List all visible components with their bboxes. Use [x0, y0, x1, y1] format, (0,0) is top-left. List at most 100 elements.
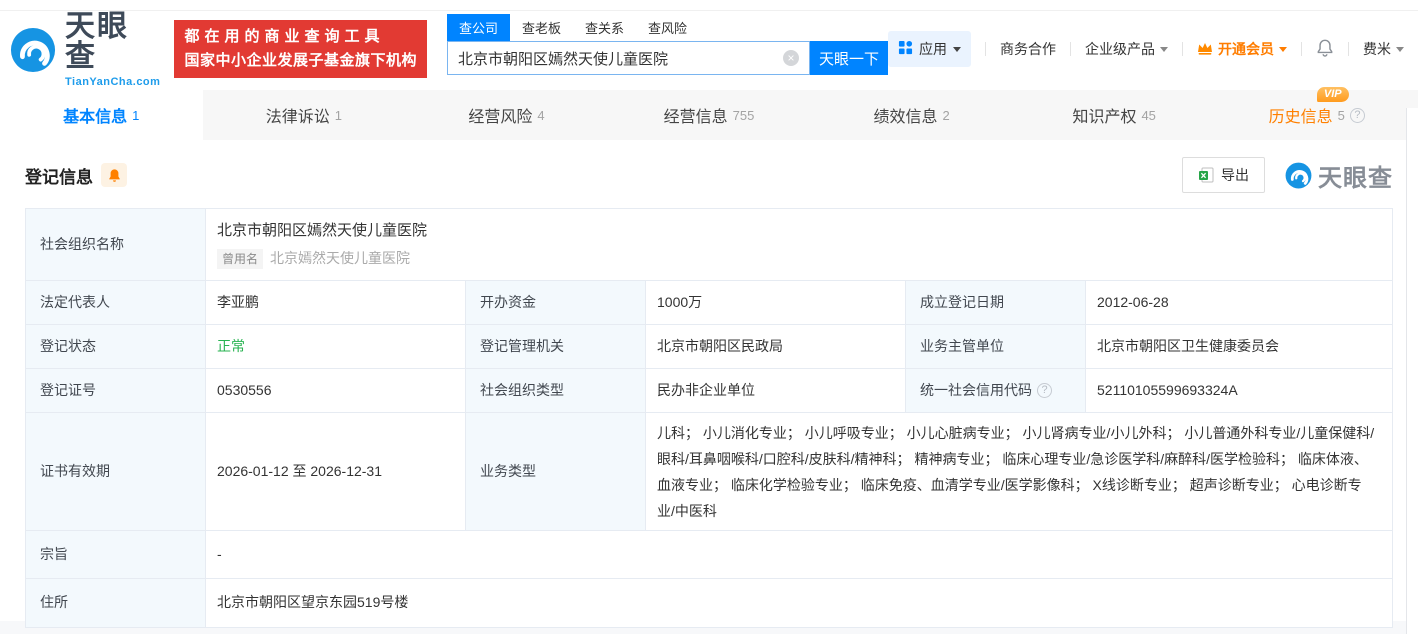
search-button[interactable]: 天眼一下 — [810, 41, 888, 75]
bell-icon — [1316, 38, 1334, 60]
company-detail-tabs: 基本信息 1 法律诉讼 1 经营风险 4 经营信息 755 绩效信息 2 知识产… — [0, 87, 1418, 140]
search-tab-relation[interactable]: 查关系 — [573, 14, 636, 41]
crown-icon — [1197, 41, 1213, 58]
search-tab-company[interactable]: 查公司 — [446, 14, 510, 41]
former-name-tag: 曾用名 — [217, 248, 264, 269]
export-button[interactable]: 导出 — [1182, 157, 1265, 193]
user-account-menu[interactable]: 费米 — [1363, 39, 1404, 59]
tianyancha-logo[interactable]: 天眼查 TianYanCha.com — [10, 12, 160, 88]
monitor-bell-button[interactable] — [101, 163, 127, 187]
field-value-legal-rep: 李亚鹏 — [206, 281, 466, 324]
table-row: 登记状态 正常 登记管理机关 北京市朝阳区民政局 业务主管单位 北京市朝阳区卫生… — [26, 325, 1392, 369]
field-value-org-type: 民办非企业单位 — [646, 369, 906, 412]
table-row: 登记证号 0530556 社会组织类型 民办非企业单位 统一社会信用代码 ? 5… — [26, 369, 1392, 413]
slogan-line-1: 都在用的商业查询工具 — [184, 28, 385, 45]
tab-count: 2 — [942, 107, 950, 123]
notification-bell[interactable] — [1316, 38, 1334, 60]
tab-count: 4 — [537, 107, 545, 123]
user-name-label: 费米 — [1363, 41, 1391, 57]
former-name: 北京嫣然天使儿童医院 — [270, 249, 411, 266]
apps-menu[interactable]: 应用 — [888, 31, 971, 67]
tab-label: 基本信息 — [63, 109, 128, 126]
open-vip-menu[interactable]: 开通会员 — [1197, 39, 1287, 59]
business-cooperation-link[interactable]: 商务合作 — [1000, 39, 1056, 59]
brand-domain: TianYanCha.com — [65, 76, 161, 88]
tab-count: 1 — [132, 107, 140, 123]
top-divider — [0, 10, 1418, 11]
tab-business-info[interactable]: 经营信息 755 — [608, 90, 811, 140]
tab-count: 1 — [334, 107, 342, 123]
help-icon[interactable]: ? — [1037, 383, 1052, 398]
field-label-business-type: 业务类型 — [466, 413, 646, 530]
table-row: 证书有效期 2026-01-12 至 2026-12-31 业务类型 儿科； 小… — [26, 413, 1392, 531]
tab-performance-info[interactable]: 绩效信息 2 — [810, 90, 1013, 140]
field-label-address: 住所 — [26, 579, 206, 627]
help-icon[interactable]: ? — [1349, 107, 1365, 123]
credit-code-label: 统一社会信用代码 — [920, 381, 1032, 398]
tab-basic-info[interactable]: 基本信息 1 — [0, 90, 203, 140]
field-label-cert-no: 登记证号 — [26, 369, 206, 412]
tab-label: 历史信息 — [1268, 109, 1333, 126]
field-value-cert-no: 0530556 — [206, 369, 466, 412]
registration-section: 登记信息 导出 天眼查 社会组织名称 北京市朝阳区嫣然天使儿童医院 曾用名 北京… — [0, 140, 1418, 628]
tab-history-info[interactable]: 历史信息 VIP 5 ? — [1215, 87, 1418, 140]
field-label-capital: 开办资金 — [466, 281, 646, 324]
chevron-down-icon — [1279, 46, 1287, 52]
divider — [1182, 42, 1183, 56]
divider — [1348, 42, 1349, 56]
export-label: 导出 — [1221, 167, 1249, 183]
watermark-label: 天眼查 — [1318, 164, 1393, 192]
tianyancha-logo-icon — [1285, 162, 1312, 188]
chevron-down-icon — [1160, 46, 1168, 52]
bell-icon — [108, 168, 120, 182]
tab-label: 经营信息 — [663, 109, 728, 126]
enterprise-products-menu[interactable]: 企业级产品 — [1085, 39, 1168, 59]
status-badge: 正常 — [206, 325, 466, 368]
field-value-credit-code: 52110105599693324A — [1086, 369, 1392, 412]
open-vip-label: 开通会员 — [1218, 41, 1274, 57]
tianyancha-watermark: 天眼查 — [1285, 158, 1393, 193]
table-row: 住所 北京市朝阳区望京东园519号楼 — [26, 579, 1392, 627]
field-value-capital: 1000万 — [646, 281, 906, 324]
field-label-org-name: 社会组织名称 — [26, 209, 206, 280]
search-tab-boss[interactable]: 查老板 — [510, 14, 573, 41]
field-label-purpose: 宗旨 — [26, 531, 206, 578]
tab-count: 45 — [1141, 107, 1156, 123]
excel-icon — [1199, 167, 1214, 183]
search-area: 查公司 查老板 查关系 查风险 × 天眼一下 — [446, 14, 888, 75]
slogan-badge: 都在用的商业查询工具 国家中小企业发展子基金旗下机构 — [174, 20, 427, 78]
section-title: 登记信息 — [25, 167, 93, 187]
search-tab-risk[interactable]: 查风险 — [636, 14, 699, 41]
field-label-credit-code: 统一社会信用代码 ? — [906, 369, 1086, 412]
field-value-reg-date: 2012-06-28 — [1086, 281, 1392, 324]
chevron-down-icon — [1396, 46, 1404, 52]
top-menu: 应用 商务合作 企业级产品 开通会员 费米 — [888, 31, 1404, 67]
field-value-authority: 北京市朝阳区民政局 — [646, 325, 906, 368]
table-row: 宗旨 - — [26, 531, 1392, 579]
apps-menu-label: 应用 — [919, 41, 947, 57]
org-name: 北京市朝阳区嫣然天使儿童医院 — [217, 222, 428, 240]
search-input[interactable] — [457, 49, 783, 67]
field-value-validity: 2026-01-12 至 2026-12-31 — [206, 413, 466, 530]
divider — [1301, 42, 1302, 56]
field-label-validity: 证书有效期 — [26, 413, 206, 530]
apps-grid-icon — [898, 40, 913, 58]
tab-operation-risk[interactable]: 经营风险 4 — [405, 90, 608, 140]
brand-name: 天眼查 — [65, 10, 129, 73]
scrollbar[interactable] — [1406, 108, 1418, 634]
divider — [1070, 42, 1071, 56]
clear-icon[interactable]: × — [783, 50, 799, 66]
tab-label: 绩效信息 — [873, 109, 938, 126]
table-row: 法定代表人 李亚鹏 开办资金 1000万 成立登记日期 2012-06-28 — [26, 281, 1392, 325]
tab-label: 知识产权 — [1072, 109, 1137, 126]
enterprise-products-label: 企业级产品 — [1085, 41, 1155, 57]
field-value-supervisor: 北京市朝阳区卫生健康委员会 — [1086, 325, 1392, 368]
field-label-legal-rep: 法定代表人 — [26, 281, 206, 324]
tab-intellectual-property[interactable]: 知识产权 45 — [1013, 90, 1216, 140]
tab-legal-litigation[interactable]: 法律诉讼 1 — [203, 90, 406, 140]
field-value-address: 北京市朝阳区望京东园519号楼 — [206, 579, 1392, 627]
field-label-status: 登记状态 — [26, 325, 206, 368]
tab-count: 755 — [732, 107, 755, 123]
tab-count: 5 — [1337, 107, 1345, 123]
top-header: 天眼查 TianYanCha.com 都在用的商业查询工具 国家中小企业发展子基… — [0, 0, 1418, 90]
